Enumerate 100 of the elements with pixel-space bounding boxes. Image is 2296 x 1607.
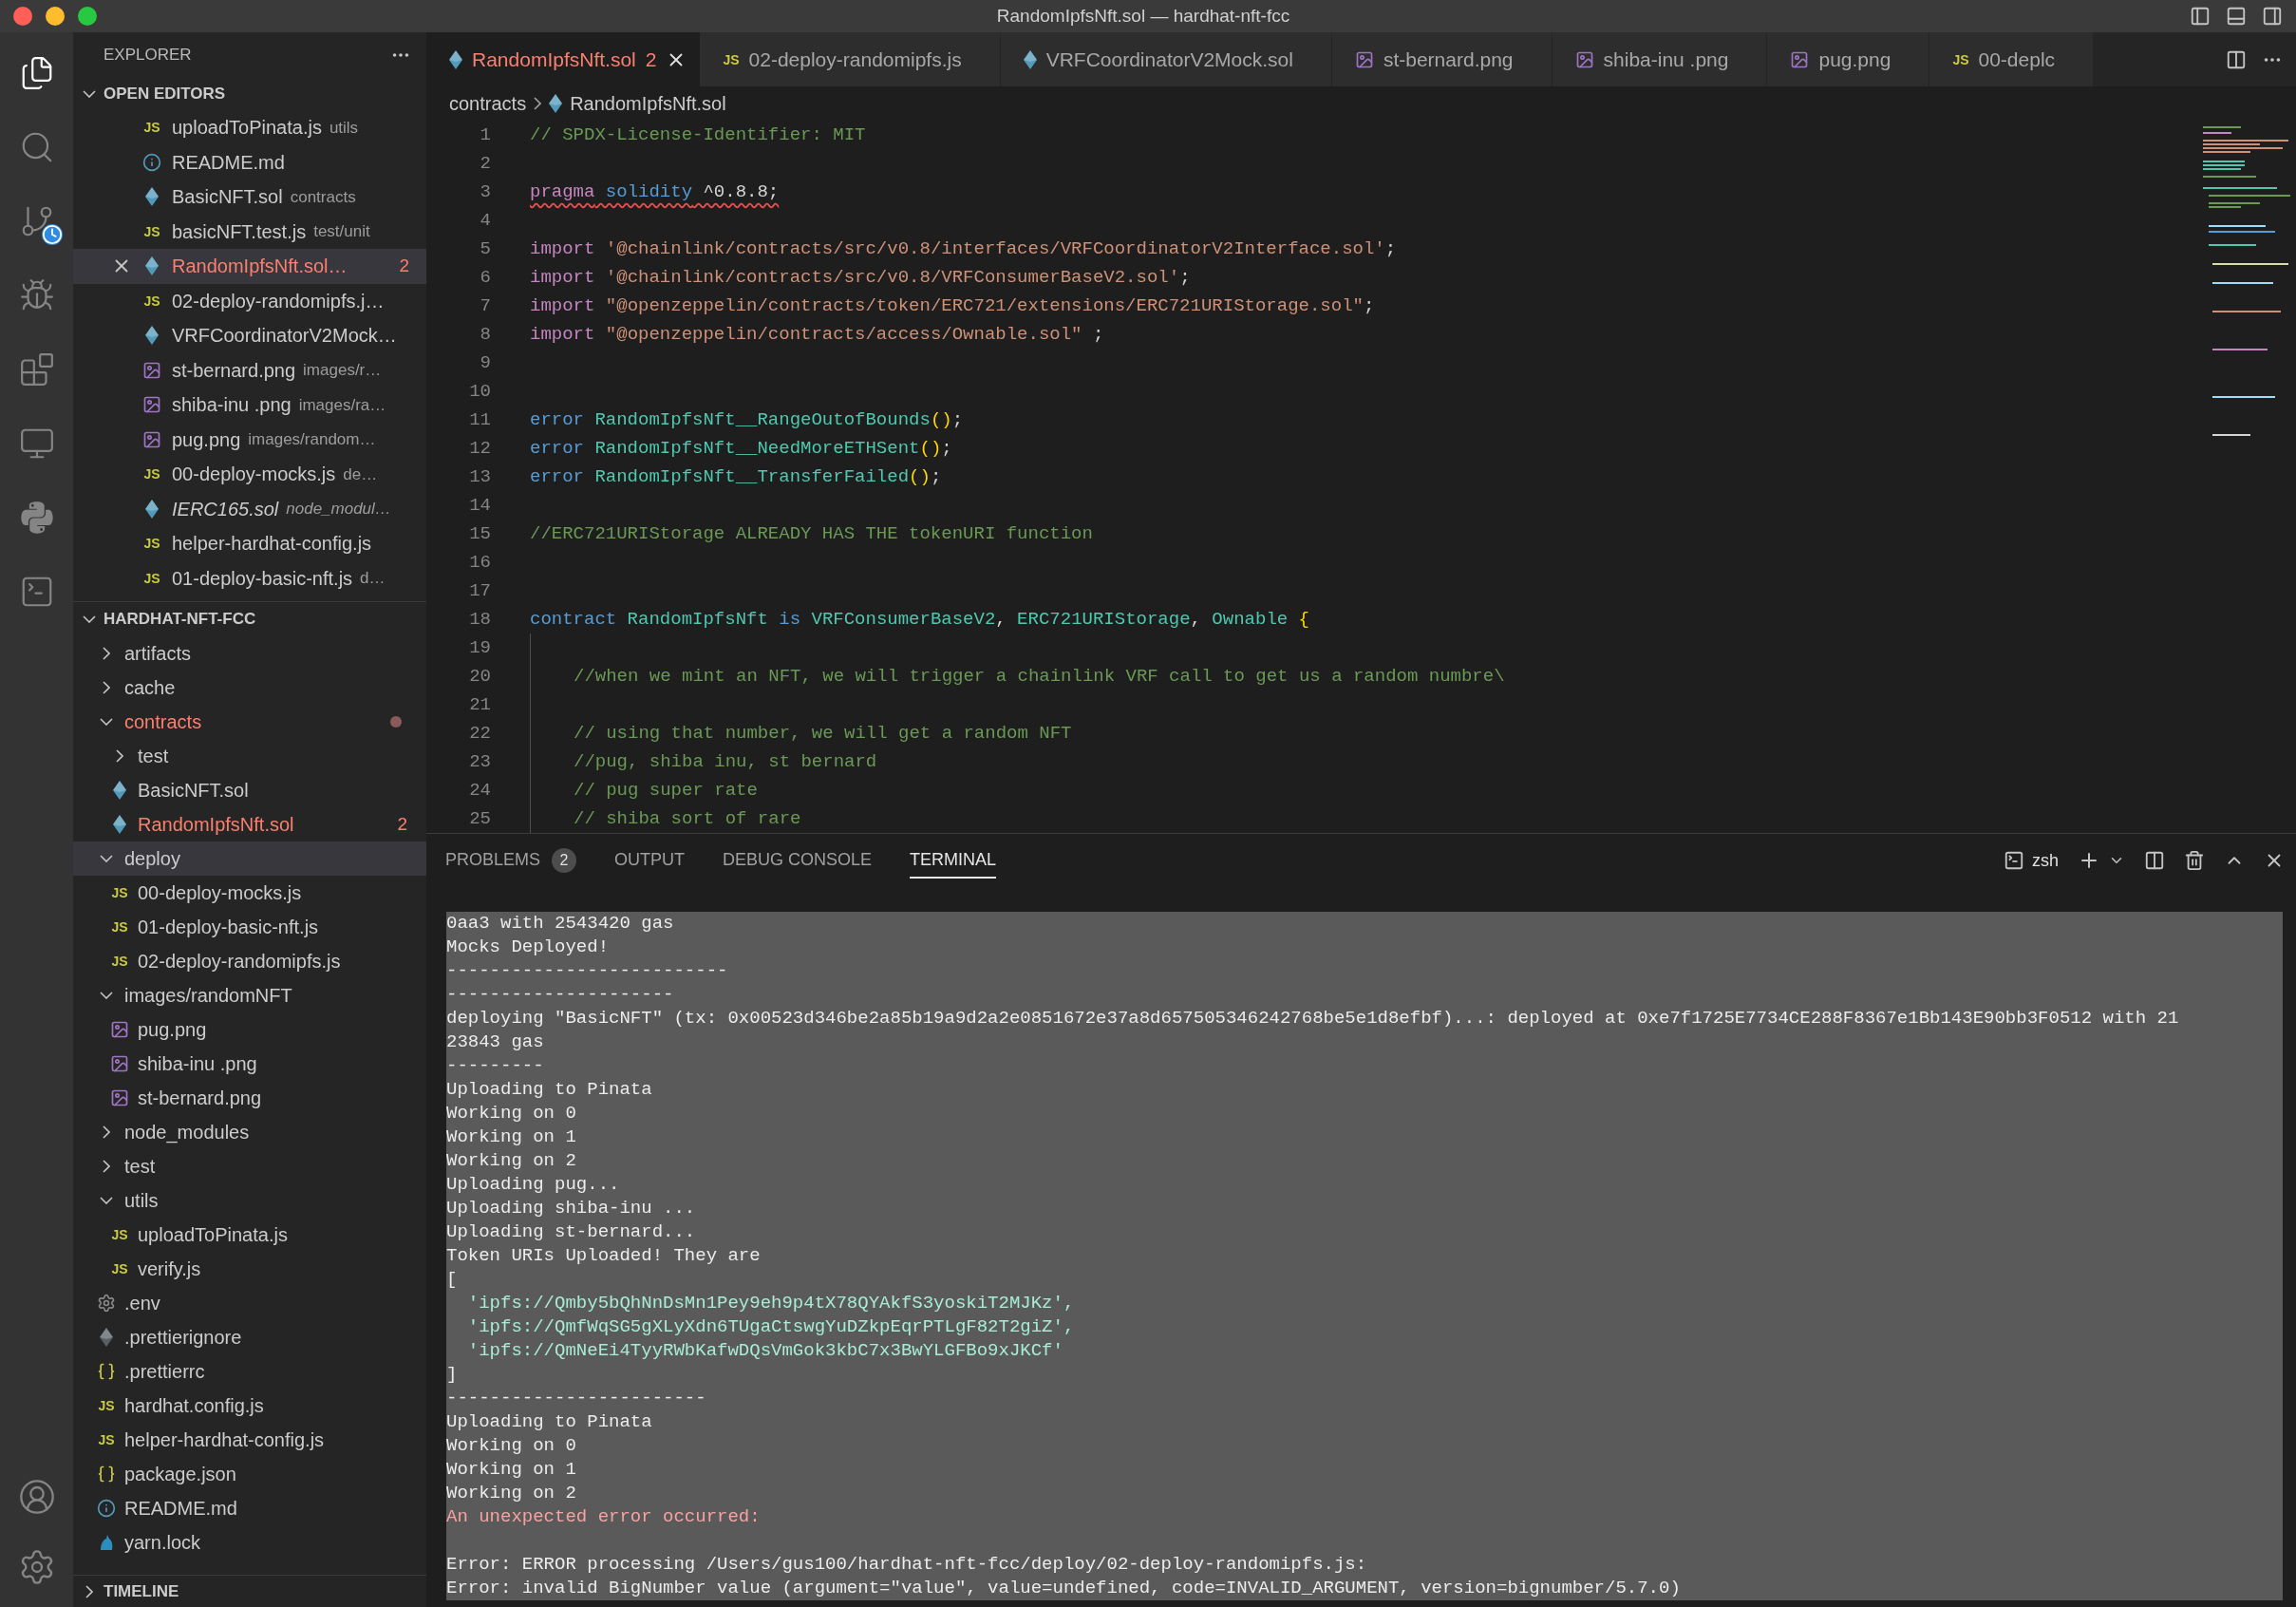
info-icon [142,152,161,172]
minimize-window-button[interactable] [46,7,65,26]
file-item[interactable]: pug.png [73,1012,426,1047]
section-header[interactable]: TIMELINE [73,1575,426,1607]
open-editor-item[interactable]: RandomIpfsNft.sol… 2 [73,249,426,284]
chevron-right-icon [103,647,110,660]
editor-tab[interactable]: shiba-inu .png [1552,32,1768,86]
file-type-label: JS [111,920,128,934]
folder-item[interactable]: contracts [73,705,426,739]
file-item[interactable]: RandomIpfsNft.sol 2 [73,807,426,841]
file-item[interactable]: .env [73,1286,426,1320]
file-path: utils [329,117,359,139]
editor-tab[interactable]: st-bernard.png [1331,32,1553,86]
folder-item[interactable]: cache [73,671,426,705]
toggle-panel-icon[interactable] [2226,6,2247,27]
diamond-icon [113,815,126,834]
open-editor-item[interactable]: JS basicNFT.test.js test/unit [73,214,426,249]
panel-tab[interactable]: TERMINAL [910,842,997,879]
line-number: 20 [468,664,491,689]
terminal-line: Working on 0 [446,1434,577,1458]
toggle-sidebar-icon[interactable] [2190,6,2211,27]
terminal-icon[interactable] [2004,850,2024,871]
file-item[interactable]: JS helper-hardhat-config.js [73,1423,426,1457]
extensions-icon[interactable] [18,351,55,388]
folder-item[interactable]: deploy [73,841,426,876]
file-item[interactable]: .prettierignore [73,1320,426,1354]
open-editor-item[interactable]: st-bernard.png images/r… [73,352,426,388]
file-item[interactable]: JS hardhat.config.js [73,1389,426,1423]
editor-tab[interactable]: RandomIpfsNft.sol 2 [426,32,701,86]
split-editor-icon[interactable] [2226,48,2247,70]
file-item[interactable]: st-bernard.png [73,1081,426,1115]
folder-item[interactable]: node_modules [73,1115,426,1149]
file-item[interactable]: README.md [73,1491,426,1525]
file-item[interactable]: package.json [73,1457,426,1491]
open-editor-item[interactable]: BasicNFT.sol contracts [73,180,426,215]
panel-tab[interactable]: OUTPUT [614,842,686,879]
chevron-down-icon [100,992,113,999]
open-editor-item[interactable]: JS helper-hardhat-config.js [73,526,426,561]
image-icon [142,360,161,380]
line-number: 22 [468,721,491,746]
terminal-shell-name[interactable]: zsh [2032,847,2059,874]
folder-item[interactable]: images/randomNFT [73,978,426,1012]
file-item[interactable]: yarn.lock [73,1525,426,1560]
braces-icon [97,1465,116,1484]
toggle-secondary-sidebar-icon[interactable] [2262,6,2283,27]
terminal-line: Working on 0 [446,1102,577,1125]
file-item[interactable]: BasicNFT.sol [73,773,426,807]
image-icon [142,395,161,415]
python-icon[interactable] [18,500,55,536]
code-line: error RandomIpfsNft__RangeOutofBounds(); [530,407,964,432]
line-number: 14 [468,493,491,518]
close-window-button[interactable] [13,7,32,26]
editor-tab[interactable]: JS 02-deploy-randomipfs.js [700,32,1001,86]
terminal-line: Uploading st-bernard... [446,1220,697,1244]
panel-tab[interactable]: DEBUG CONSOLE [723,842,873,879]
file-item[interactable]: JS 00-deploy-mocks.js [73,876,426,910]
open-editor-item[interactable]: pug.png images/random… [73,422,426,457]
code-line: // pug super rate [574,778,758,803]
open-editor-item[interactable]: README.md [73,144,426,180]
file-item[interactable]: JS verify.js [73,1252,426,1286]
section-header[interactable]: OPEN EDITORS [73,78,426,110]
open-editor-item[interactable]: VRFCoordinatorV2Mock… [73,318,426,353]
open-editor-item[interactable]: JS 01-deploy-basic-nft.js d… [73,560,426,596]
file-path: node_modul… [286,499,391,520]
editor-tab[interactable]: pug.png [1767,32,1930,86]
file-path: images/ra… [298,394,386,416]
file-item[interactable]: .prettierrc [73,1354,426,1389]
line-number: 17 [468,578,491,603]
editor-tab[interactable]: JS 00-deplc [1929,32,2095,86]
open-editor-item[interactable]: JS 00-deploy-mocks.js de… [73,457,426,492]
folder-item[interactable]: test [73,1149,426,1183]
code-line: error RandomIpfsNft__NeedMoreETHSent(); [530,436,952,461]
open-editor-item[interactable]: JS uploadToPinata.js utils [73,110,426,145]
split-terminal-icon[interactable] [2144,850,2165,871]
file-item[interactable]: JS 02-deploy-randomipfs.js [73,944,426,978]
account-icon[interactable] [17,1478,56,1516]
open-editor-item[interactable]: IERC165.sol node_modul… [73,491,426,526]
breadcrumb[interactable]: RandomIpfsNft.sol [570,89,726,118]
panel-tab[interactable]: PROBLEMS [445,842,541,879]
section-header[interactable]: HARDHAT-NFT-FCC [73,602,426,636]
file-item[interactable]: shiba-inu .png [73,1047,426,1081]
trash-icon[interactable] [2184,850,2205,871]
file-item[interactable]: JS uploadToPinata.js [73,1218,426,1252]
terminal-line: Uploading to Pinata [446,1410,653,1434]
maximize-window-button[interactable] [78,7,97,26]
terminal-line: Error: invalid BigNumber value (argument="value", value=undefined, code=INVALID_ARGUMENT, version=bignumber/5.7.0) [446,1577,1682,1600]
folder-item[interactable]: test [73,739,426,773]
folder-item[interactable]: utils [73,1183,426,1218]
terminal-line: -------------------------- [446,959,729,983]
breadcrumb[interactable]: contracts [449,89,527,118]
file-item[interactable]: JS 01-deploy-basic-nft.js [73,910,426,944]
open-editor-item[interactable]: JS 02-deploy-randomipfs.j… [73,283,426,318]
editor-tab[interactable]: VRFCoordinatorV2Mock.sol [1000,32,1332,86]
diamond-icon [145,499,159,519]
file-type-label: JS [143,293,160,308]
folder-item[interactable]: artifacts [73,636,426,671]
diamond-icon [549,94,563,113]
code-line: contract RandomIpfsNft is VRFConsumerBaseV2, ERC721URIStorage, Ownable { [530,607,1309,632]
open-editor-item[interactable]: shiba-inu .png images/ra… [73,388,426,423]
image-icon [1574,49,1594,69]
